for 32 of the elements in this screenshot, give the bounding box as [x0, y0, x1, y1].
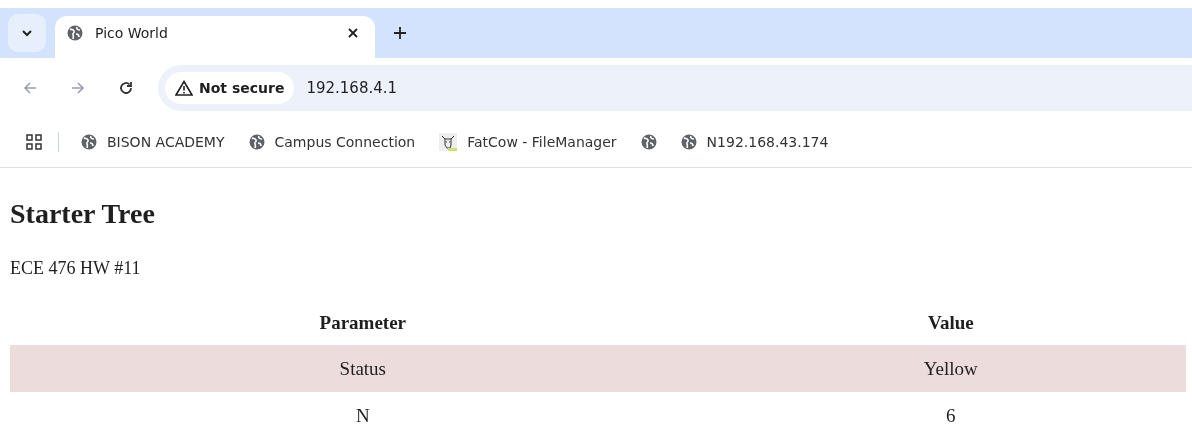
- chevron-down-icon: [21, 27, 33, 39]
- bookmark-link[interactable]: Campus Connection: [248, 134, 416, 150]
- plus-icon: [393, 26, 407, 40]
- globe-icon: [248, 134, 265, 150]
- cow-icon: [439, 133, 458, 151]
- table-cell: Yellow: [715, 345, 1186, 392]
- page-heading: Starter Tree: [10, 198, 156, 230]
- close-icon[interactable]: [347, 27, 359, 39]
- column-header: Value: [715, 301, 1186, 345]
- address-bar[interactable]: Not secure 192.168.4.1: [158, 64, 1192, 111]
- forward-arrow-icon: [70, 79, 86, 96]
- back-arrow-icon: [22, 79, 38, 96]
- bookmark-link[interactable]: FatCow - FileManager: [439, 133, 617, 151]
- column-header: Parameter: [10, 301, 716, 345]
- warning-icon: [175, 79, 193, 96]
- table-cell: Status: [10, 345, 716, 392]
- tab-title: Pico World: [95, 25, 169, 41]
- page-subtitle: ECE 476 HW #11: [10, 258, 142, 279]
- reload-icon: [118, 79, 134, 96]
- browser-tab[interactable]: Pico World: [55, 16, 375, 58]
- globe-icon: [680, 134, 697, 150]
- globe-icon: [640, 134, 657, 150]
- security-chip[interactable]: Not secure: [165, 71, 295, 104]
- bookmark-link[interactable]: BISON ACADEMY: [81, 134, 225, 150]
- table-cell: N: [10, 392, 716, 436]
- url-text: 192.168.4.1: [306, 78, 398, 97]
- bookmark-icon-button[interactable]: [640, 134, 657, 150]
- globe-icon: [67, 25, 83, 41]
- globe-icon: [81, 134, 97, 150]
- table-cell: 6: [715, 392, 1186, 436]
- apps-grid-icon[interactable]: [26, 134, 42, 150]
- bookmark-link[interactable]: N192.168.43.174: [680, 134, 829, 150]
